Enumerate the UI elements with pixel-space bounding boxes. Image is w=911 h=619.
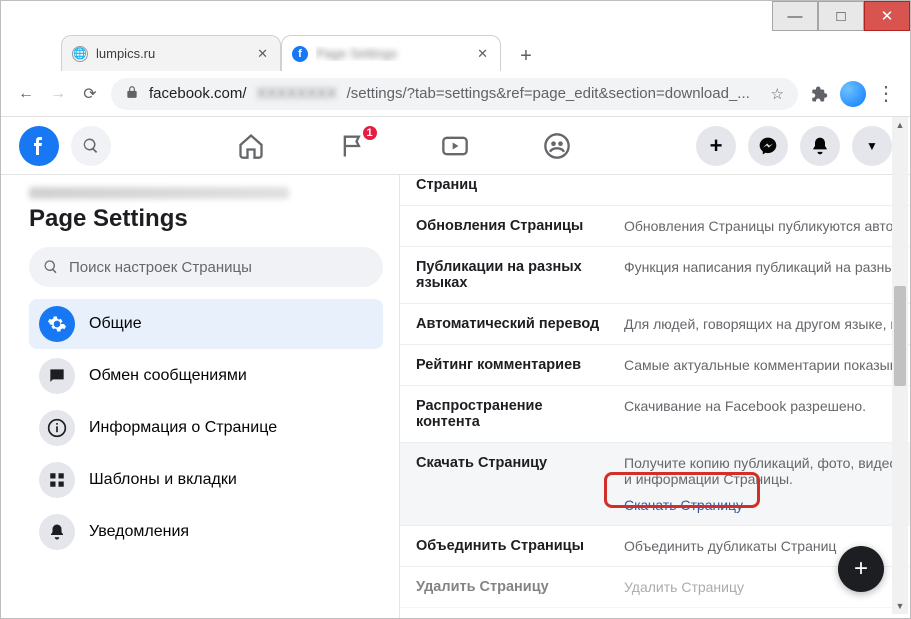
messenger-button[interactable] bbox=[748, 126, 788, 166]
settings-row-multilang-posts[interactable]: Публикации на разных языках Функция напи… bbox=[400, 247, 910, 304]
profile-avatar[interactable] bbox=[840, 81, 866, 107]
chat-icon bbox=[39, 358, 75, 394]
row-label: Скачать Страницу bbox=[416, 455, 606, 513]
page-viewport: 1 + ▼ bbox=[1, 117, 910, 618]
page-title: Page Settings bbox=[29, 205, 383, 233]
fb-search-button[interactable] bbox=[71, 126, 111, 166]
tab-close-icon[interactable]: ✕ bbox=[255, 44, 270, 64]
download-page-link[interactable]: Скачать Страницу bbox=[624, 497, 743, 513]
url-host: facebook.com/ bbox=[149, 85, 247, 102]
window-maximize-button[interactable]: □ bbox=[818, 1, 864, 31]
browser-tabs: 🌐 lumpics.ru ✕ f Page Settings ✕ + bbox=[61, 31, 910, 71]
create-button[interactable]: + bbox=[696, 126, 736, 166]
browser-tab-lumpics[interactable]: 🌐 lumpics.ru ✕ bbox=[61, 35, 281, 71]
tab-close-icon[interactable]: ✕ bbox=[475, 44, 490, 64]
window-controls: — □ ✕ bbox=[772, 1, 910, 31]
fb-logo[interactable] bbox=[19, 126, 59, 166]
sidebar-item-label: Информация о Странице bbox=[89, 419, 277, 437]
settings-row-download-page[interactable]: Скачать Страницу Получите копию публикац… bbox=[400, 443, 910, 526]
settings-row-auto-translate[interactable]: Автоматический перевод Для людей, говоря… bbox=[400, 304, 910, 345]
fb-right-controls: + ▼ bbox=[696, 126, 892, 166]
breadcrumb bbox=[29, 187, 289, 199]
settings-row-delete-page[interactable]: Удалить Страницу Удалить Страницу bbox=[400, 567, 910, 608]
settings-panel: Страниц Обновления Страницы Обновления С… bbox=[399, 175, 910, 618]
address-bar: ← → ⟳ facebook.com/XXXXXXXX/settings/?ta… bbox=[1, 71, 910, 117]
forward-button[interactable]: → bbox=[47, 83, 69, 105]
row-desc: Для людей, говорящих на другом языке, мо… bbox=[624, 316, 900, 332]
url-path: /settings/?tab=settings&ref=page_edit&se… bbox=[347, 85, 750, 102]
row-label: Объединить Страницы bbox=[416, 538, 606, 554]
vertical-scrollbar[interactable]: ▲ ▼ bbox=[892, 117, 908, 614]
settings-row-merge-pages[interactable]: Объединить Страницы Объединить дубликаты… bbox=[400, 526, 910, 567]
row-desc: Самые актуальные комментарии показываютс… bbox=[624, 357, 900, 373]
browser-menu-button[interactable]: ⋮ bbox=[876, 81, 896, 106]
pages-flag-icon[interactable]: 1 bbox=[337, 130, 369, 162]
sidebar-item-page-info[interactable]: Информация о Странице bbox=[29, 403, 383, 453]
scroll-down-icon[interactable]: ▼ bbox=[892, 598, 908, 614]
row-desc: Получите копию публикаций, фото, видео и… bbox=[624, 455, 900, 513]
notifications-button[interactable] bbox=[800, 126, 840, 166]
watch-icon[interactable] bbox=[439, 130, 471, 162]
row-desc: Обновления Страницы публикуются автомати… bbox=[624, 218, 900, 234]
settings-row-comment-ranking[interactable]: Рейтинг комментариев Самые актуальные ко… bbox=[400, 345, 910, 386]
home-icon[interactable] bbox=[235, 130, 267, 162]
row-desc: Скачивание на Facebook разрешено. bbox=[624, 398, 900, 430]
window-minimize-button[interactable]: — bbox=[772, 1, 818, 31]
fb-center-nav: 1 bbox=[123, 130, 684, 162]
groups-icon[interactable] bbox=[541, 130, 573, 162]
gear-icon bbox=[39, 306, 75, 342]
row-desc: Функция написания публикаций на разных я… bbox=[624, 259, 900, 291]
settings-row[interactable]: Страниц bbox=[400, 175, 910, 206]
settings-row-content-distribution[interactable]: Распространение контента Скачивание на F… bbox=[400, 386, 910, 443]
sidebar-item-notifications[interactable]: Уведомления bbox=[29, 507, 383, 557]
settings-row-page-updates[interactable]: Обновления Страницы Обновления Страницы … bbox=[400, 206, 910, 247]
settings-search-input[interactable]: Поиск настроек Страницы bbox=[29, 247, 383, 287]
row-label: Обновления Страницы bbox=[416, 218, 606, 234]
bookmark-star-icon[interactable]: ☆ bbox=[771, 85, 784, 103]
grid-icon bbox=[39, 462, 75, 498]
sidebar-item-label: Общие bbox=[89, 315, 142, 333]
tab-title: Page Settings bbox=[316, 46, 467, 61]
row-label: Автоматический перевод bbox=[416, 316, 606, 332]
notification-badge: 1 bbox=[361, 124, 379, 142]
new-tab-button[interactable]: + bbox=[511, 41, 541, 71]
row-label: Публикации на разных языках bbox=[416, 259, 606, 291]
sidebar-item-general[interactable]: Общие bbox=[29, 299, 383, 349]
left-sidebar: Page Settings Поиск настроек Страницы Об… bbox=[1, 175, 399, 618]
url-input[interactable]: facebook.com/XXXXXXXX/settings/?tab=sett… bbox=[111, 78, 798, 110]
row-label: Рейтинг комментариев bbox=[416, 357, 606, 373]
bell-icon bbox=[39, 514, 75, 550]
page-body: Page Settings Поиск настроек Страницы Об… bbox=[1, 175, 910, 618]
browser-tab-facebook[interactable]: f Page Settings ✕ bbox=[281, 35, 501, 71]
search-placeholder: Поиск настроек Страницы bbox=[69, 259, 252, 276]
tab-title: lumpics.ru bbox=[96, 46, 247, 61]
extensions-icon[interactable] bbox=[808, 83, 830, 105]
scroll-up-icon[interactable]: ▲ bbox=[892, 117, 908, 133]
sidebar-item-label: Обмен сообщениями bbox=[89, 367, 247, 385]
sidebar-nav: Общие Обмен сообщениями Информация о Стр… bbox=[29, 299, 383, 557]
window-close-button[interactable]: ✕ bbox=[864, 1, 910, 31]
fb-header: 1 + ▼ bbox=[1, 117, 910, 175]
sidebar-item-label: Уведомления bbox=[89, 523, 189, 541]
lock-icon bbox=[125, 85, 139, 103]
account-menu-button[interactable]: ▼ bbox=[852, 126, 892, 166]
info-icon bbox=[39, 410, 75, 446]
url-blurred-segment: XXXXXXXX bbox=[257, 85, 337, 102]
sidebar-item-templates[interactable]: Шаблоны и вкладки bbox=[29, 455, 383, 505]
back-button[interactable]: ← bbox=[15, 83, 37, 105]
row-desc-text: Получите копию публикаций, фото, видео и… bbox=[624, 455, 897, 487]
help-fab-button[interactable]: + bbox=[838, 546, 884, 592]
scroll-thumb[interactable] bbox=[894, 286, 906, 386]
reload-button[interactable]: ⟳ bbox=[79, 83, 101, 105]
row-label: Страниц bbox=[416, 177, 606, 193]
sidebar-item-messaging[interactable]: Обмен сообщениями bbox=[29, 351, 383, 401]
sidebar-item-label: Шаблоны и вкладки bbox=[89, 471, 237, 489]
row-desc bbox=[624, 177, 900, 193]
globe-icon: 🌐 bbox=[72, 46, 88, 62]
row-label: Удалить Страницу bbox=[416, 579, 606, 595]
row-label: Распространение контента bbox=[416, 398, 606, 430]
facebook-icon: f bbox=[292, 46, 308, 62]
search-icon bbox=[43, 259, 59, 275]
